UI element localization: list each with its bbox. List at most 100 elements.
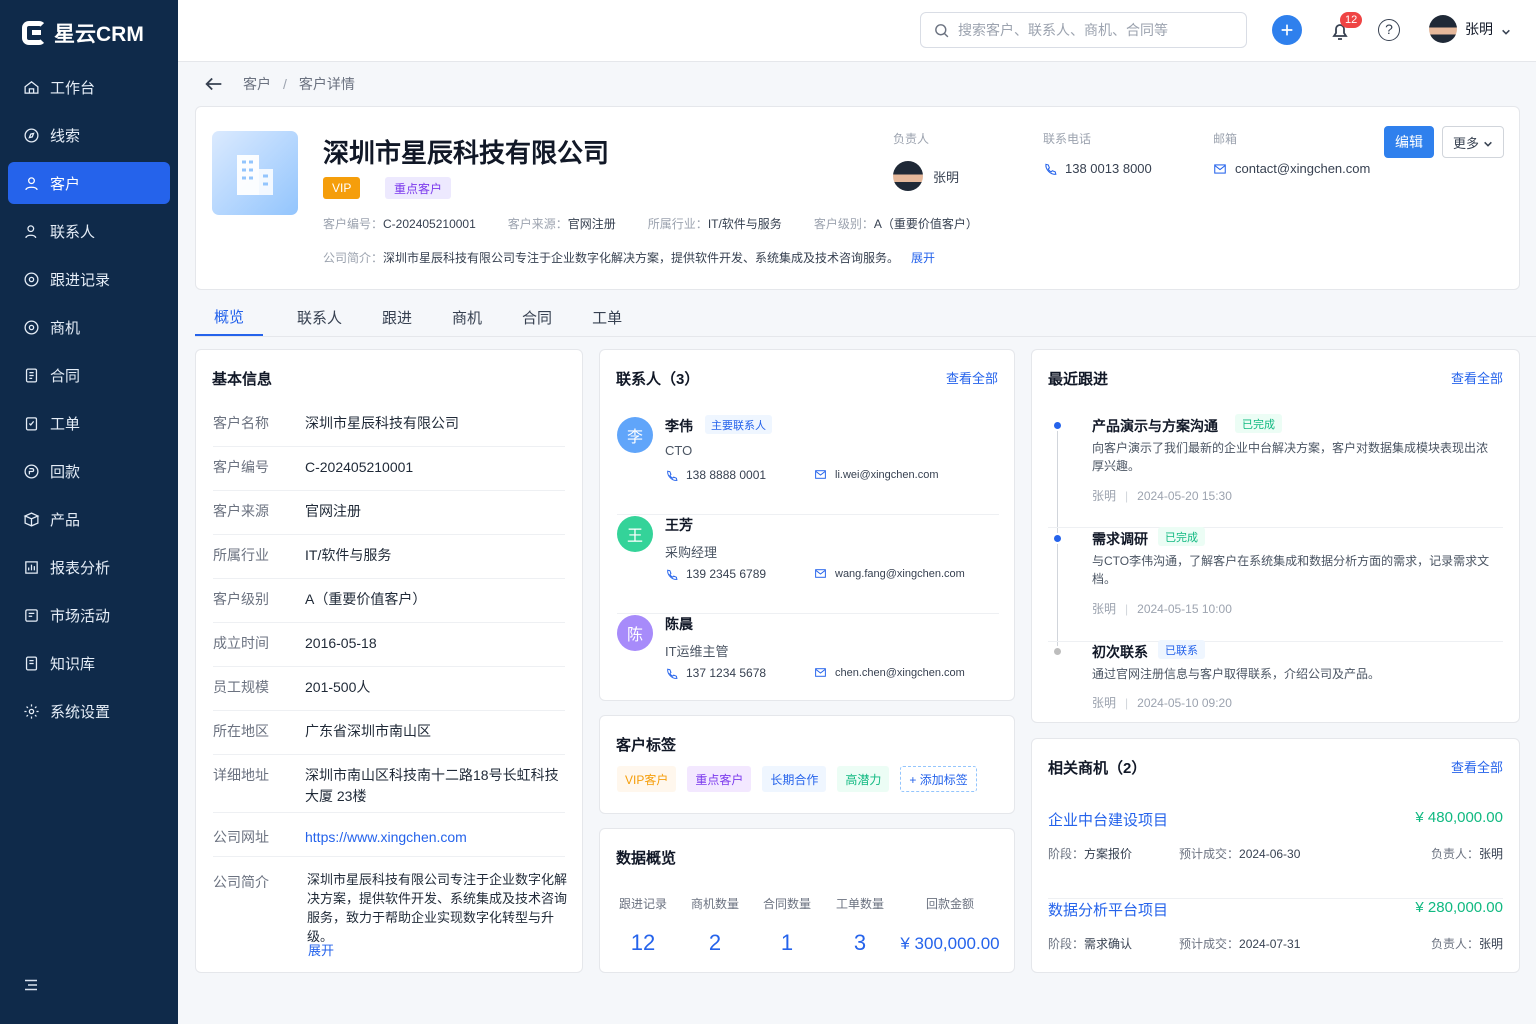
breadcrumb-customers[interactable]: 客户 [243, 74, 271, 94]
book-icon [22, 654, 40, 672]
website-link[interactable]: https://www.xingchen.com [305, 827, 467, 847]
owner-label: 负责人 [893, 132, 930, 146]
list-item[interactable]: 王 王芳 采购经理 139 2345 6789 wang.fang@xingch… [617, 515, 999, 614]
sidebar-item-followups[interactable]: 跟进记录 [8, 258, 170, 300]
customer-industry-field: 所属行业：IT/软件与服务 [648, 215, 782, 232]
customer-tag[interactable]: 长期合作 [762, 766, 827, 792]
sidebar-item-settings[interactable]: 系统设置 [8, 690, 170, 732]
contact-email[interactable]: li.wei@xingchen.com [814, 468, 939, 481]
sidebar-item-products[interactable]: 产品 [8, 498, 170, 540]
edit-button[interactable]: 编辑 [1384, 126, 1434, 158]
stat-tickets: 工单数量 3 [825, 895, 895, 956]
customer-number: C-202405210001 [383, 217, 476, 231]
email-value[interactable]: contact@xingchen.com [1213, 161, 1370, 176]
contact-email[interactable]: chen.chen@xingchen.com [814, 666, 965, 679]
contact-phone[interactable]: 139 2345 6789 [665, 567, 766, 581]
phone-field: 联系电话 138 0013 8000 [1043, 130, 1152, 176]
customer-level-label: 客户级别： [813, 217, 874, 231]
field-label: 所在地区 [213, 723, 269, 739]
customer-tag-list: VIP客户 重点客户 长期合作 高潜力 + 添加标签 [617, 766, 977, 792]
help-icon[interactable]: ? [1378, 19, 1400, 41]
customer-industry: IT/软件与服务 [707, 217, 782, 231]
stat-contracts: 合同数量 1 [752, 895, 822, 956]
followup-title: 初次联系 [1092, 644, 1148, 660]
sidebar-item-label: 工单 [50, 415, 81, 433]
email-field: 邮箱 contact@xingchen.com [1213, 130, 1370, 176]
list-item[interactable]: 李 李伟 主要联系人 CTO 138 8888 0001 li.wei@xing… [617, 415, 999, 515]
notification-count-badge: 12 [1340, 12, 1363, 28]
email-address: contact@xingchen.com [1235, 161, 1371, 176]
collapse-menu-icon[interactable] [22, 976, 40, 994]
contact-phone[interactable]: 137 1234 5678 [665, 666, 766, 680]
create-button[interactable] [1272, 15, 1302, 45]
sidebar-item-tickets[interactable]: 工单 [8, 402, 170, 444]
sidebar-item-opportunities[interactable]: 商机 [8, 306, 170, 348]
opportunity-row[interactable]: 数据分析平台项目 ¥ 280,000.00 阶段：需求确认 预计成交：2024-07-… [1048, 899, 1503, 989]
field-row: 客户名称 深圳市星辰科技有限公司 [213, 403, 565, 447]
user-menu[interactable]: 张明 [1429, 15, 1511, 43]
field-row: 客户编号 C-202405210001 [213, 447, 565, 491]
customer-tag[interactable]: VIP客户 [617, 766, 677, 792]
stat-label: 回款金额 [925, 897, 974, 911]
followups-view-all-link[interactable]: 查看全部 [1451, 368, 1503, 387]
timeline-item[interactable]: 需求调研 已完成 与CTO李伟沟通，了解客户在系统集成和数据分析方面的需求，记录需求… [1048, 527, 1503, 642]
customer-tag[interactable]: 高潜力 [837, 766, 890, 792]
tab-opportunities[interactable]: 商机 [452, 298, 482, 336]
field-label: 客户名称 [213, 415, 269, 431]
detail-tabs: 概览 联系人 跟进 商机 合同 工单 [195, 298, 1536, 337]
field-row: 所属行业 IT/软件与服务 [213, 535, 565, 579]
customer-source-label: 客户来源： [507, 217, 568, 231]
owner-value: 张明 [1478, 937, 1503, 951]
list-item[interactable]: 陈 陈晨 IT运维主管 137 1234 5678 chen.chen@xing… [617, 614, 999, 713]
field-value: 深圳市星辰科技有限公司专注于企业数字化解决方案，提供软件开发、系统集成及技术咨询… [307, 872, 568, 944]
sidebar-item-reports[interactable]: 报表分析 [8, 546, 170, 588]
sidebar-item-payments[interactable]: 回款 [8, 450, 170, 492]
sidebar-item-workbench[interactable]: 工作台 [8, 66, 170, 108]
sidebar-item-leads[interactable]: 线索 [8, 114, 170, 156]
intro-expand-link[interactable]: 展开 [911, 251, 935, 265]
more-button[interactable]: 更多 [1442, 126, 1504, 158]
tab-tickets[interactable]: 工单 [592, 298, 622, 336]
contact-icon [22, 222, 40, 240]
customer-level-field: 客户级别：A（重要价值客户） [814, 215, 978, 232]
contact-email-address: wang.fang@xingchen.com [835, 567, 965, 580]
sidebar-item-label: 系统设置 [50, 703, 111, 721]
tab-contracts[interactable]: 合同 [522, 298, 552, 336]
followup-meta: 张明 | 2024-05-15 10:00 [1092, 600, 1232, 617]
sidebar-item-contracts[interactable]: 合同 [8, 354, 170, 396]
opportunity-title[interactable]: 数据分析平台项目 [1048, 899, 1168, 920]
timeline-dot [1052, 646, 1063, 657]
field-value: 广东省深圳市南山区 [305, 723, 431, 739]
field-label: 详细地址 [213, 767, 269, 783]
tab-overview[interactable]: 概览 [195, 298, 263, 336]
tab-followups[interactable]: 跟进 [382, 298, 412, 336]
opportunity-title[interactable]: 企业中台建设项目 [1048, 809, 1168, 830]
related-opportunities-title: 相关商机（2） [1048, 760, 1147, 777]
basic-expand-link[interactable]: 展开 [308, 940, 334, 959]
contacts-view-all-link[interactable]: 查看全部 [946, 368, 998, 387]
mail-icon [815, 668, 826, 677]
sidebar-item-contacts[interactable]: 联系人 [8, 210, 170, 252]
back-arrow-icon[interactable] [203, 73, 225, 95]
field-value: 201-500人 [305, 679, 371, 695]
timeline-item[interactable]: 产品演示与方案沟通 已完成 向客户演示了我们最新的企业中台解决方案，客户对数据集成模… [1048, 414, 1503, 528]
timeline-dot [1052, 420, 1063, 431]
contact-phone[interactable]: 138 8888 0001 [665, 468, 766, 482]
phone-icon [667, 569, 678, 580]
timeline-item[interactable]: 初次联系 已联系 通过官网注册信息与客户取得联系，介绍公司及产品。 张明 | 2024-0… [1048, 640, 1503, 722]
owner-name: 张明 [933, 169, 960, 185]
customer-number-field: 客户编号：C-202405210001 [323, 215, 476, 232]
sidebar-item-campaigns[interactable]: 市场活动 [8, 594, 170, 636]
tab-contacts[interactable]: 联系人 [297, 298, 342, 336]
opportunity-row[interactable]: 企业中台建设项目 ¥ 480,000.00 阶段：方案报价 预计成交：2024-06-… [1048, 809, 1503, 899]
contact-email[interactable]: wang.fang@xingchen.com [814, 567, 965, 580]
add-tag-button[interactable]: + 添加标签 [900, 766, 977, 792]
chart-icon [22, 558, 40, 576]
sidebar-item-knowledge[interactable]: 知识库 [8, 642, 170, 684]
sidebar-item-customers[interactable]: 客户 [8, 162, 170, 204]
app-logo[interactable]: 星云CRM [22, 18, 144, 48]
search-input[interactable]: 搜索客户、联系人、商机、合同等 [920, 12, 1247, 48]
opportunities-view-all-link[interactable]: 查看全部 [1451, 757, 1503, 776]
phone-value[interactable]: 138 0013 8000 [1043, 161, 1152, 176]
customer-tag[interactable]: 重点客户 [687, 766, 752, 792]
